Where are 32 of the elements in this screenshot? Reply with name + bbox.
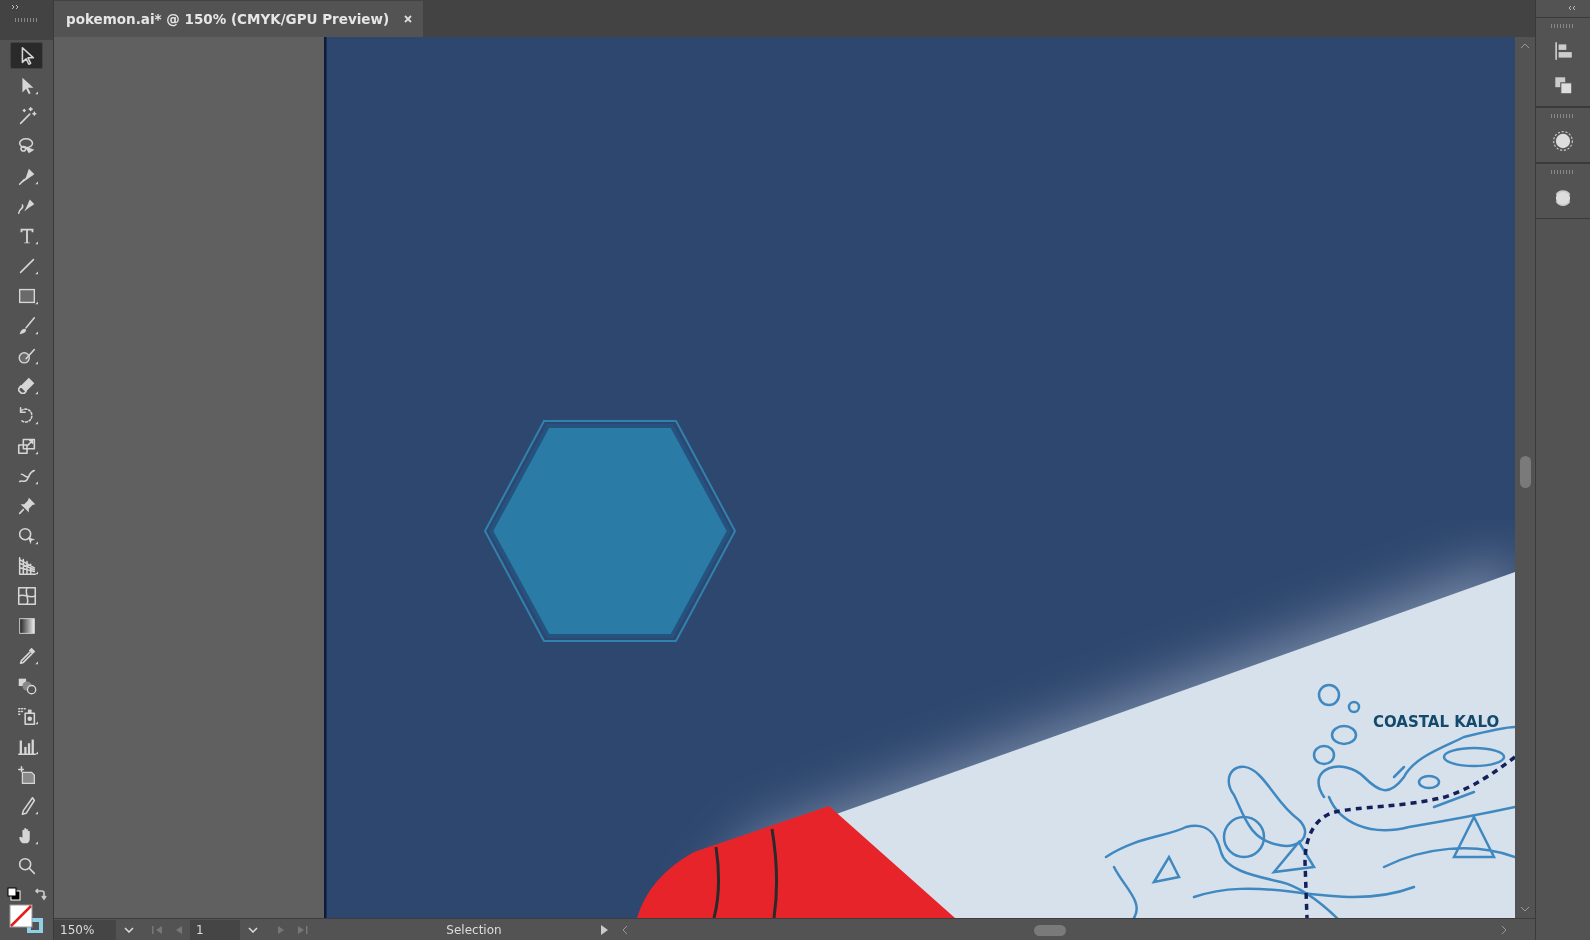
grip-handle[interactable] — [1551, 170, 1575, 174]
play-arrow-icon[interactable] — [600, 924, 608, 935]
scroll-up-icon[interactable] — [1520, 43, 1530, 49]
grip-handle[interactable] — [1551, 24, 1575, 28]
fill-stroke-swatch-icon[interactable] — [8, 904, 45, 934]
expand-panel-icon[interactable] — [11, 4, 21, 10]
align-icon[interactable] — [1552, 40, 1574, 62]
dotted-circle-icon[interactable] — [1552, 130, 1574, 152]
swap-arrow-icon[interactable] — [32, 887, 47, 901]
last-page-icon — [297, 924, 309, 935]
document-tab[interactable]: pokemon.ai* @ 150% (CMYK/GPU Preview) — [54, 1, 424, 37]
dropdown-chevron-icon[interactable] — [248, 926, 258, 933]
scroll-right-icon[interactable] — [1501, 924, 1507, 935]
scrollbar-thumb[interactable] — [1520, 456, 1531, 488]
artboard-number-field[interactable]: 1 — [190, 919, 240, 940]
zoom-field[interactable]: 150% — [54, 919, 116, 940]
overlapping-squares-icon[interactable] — [1552, 74, 1574, 96]
scroll-left-icon[interactable] — [622, 924, 628, 935]
scrollbar-thumb[interactable] — [1034, 924, 1066, 936]
map-label: COASTAL KALO — [1373, 713, 1500, 731]
dropdown-chevron-icon[interactable] — [124, 926, 134, 933]
scroll-down-icon[interactable] — [1520, 906, 1530, 912]
artboard-icon — [15, 764, 38, 787]
default-colors-icon[interactable] — [6, 887, 21, 901]
grip-handle[interactable] — [1551, 114, 1575, 118]
tool-button[interactable] — [10, 42, 43, 69]
grip-handle[interactable] — [14, 18, 39, 22]
status-info-text: Selection — [445, 922, 503, 937]
collapse-panel-icon[interactable] — [1566, 5, 1576, 11]
close-icon[interactable] — [403, 14, 414, 24]
mesh-icon — [15, 584, 38, 607]
first-page-icon — [151, 924, 163, 935]
